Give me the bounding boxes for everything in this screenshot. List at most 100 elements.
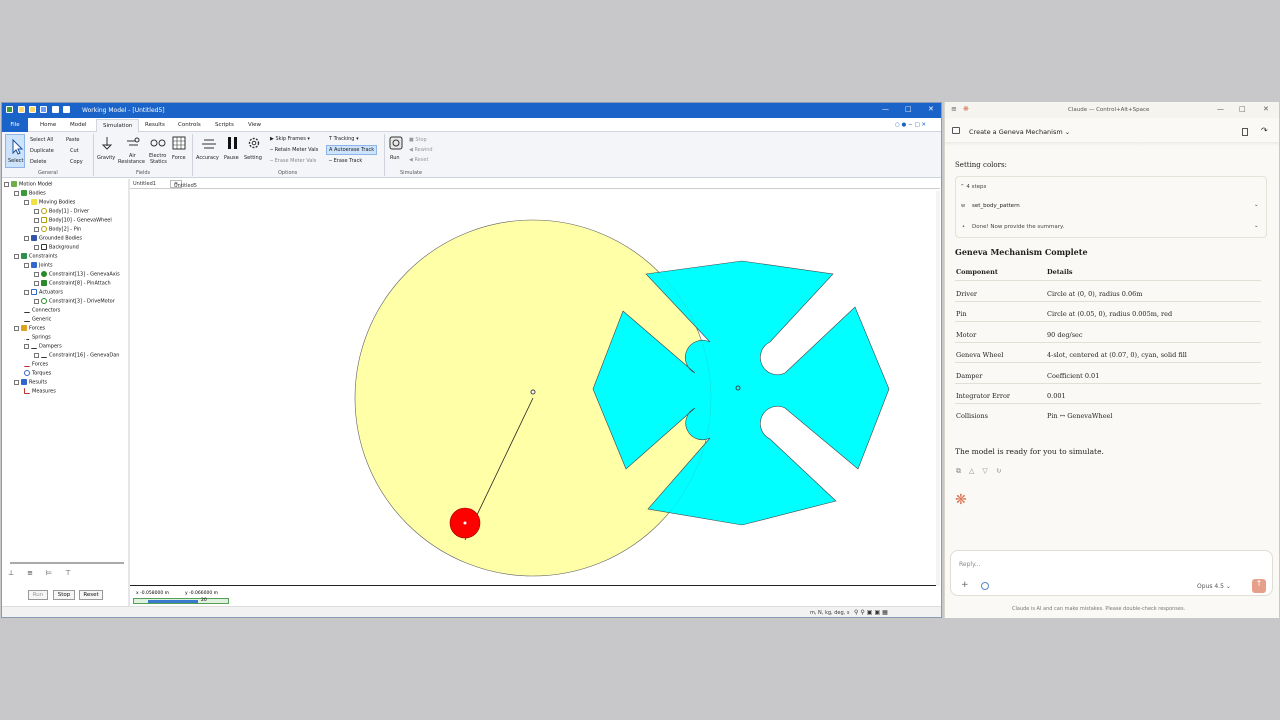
- clock-icon[interactable]: [981, 582, 989, 590]
- tree-node[interactable]: Bodies: [14, 190, 46, 197]
- reply-composer[interactable]: Reply... + Opus 4.5 ⌄ ↑: [950, 550, 1273, 596]
- expander-icon[interactable]: [24, 262, 29, 268]
- maximize-icon[interactable]: □: [905, 105, 912, 113]
- ribbon-pin-icon[interactable]: ○ ● − □ ✕: [895, 122, 926, 128]
- pause-button[interactable]: Pause: [224, 155, 239, 161]
- expander-icon[interactable]: [14, 379, 19, 385]
- playback-slider[interactable]: 20: [133, 598, 229, 604]
- force-grid-icon[interactable]: [172, 136, 186, 150]
- steps-toggle[interactable]: ⌃ 4 steps: [960, 184, 986, 190]
- erase-track-button[interactable]: ─ Erase Track: [329, 158, 362, 164]
- redo-icon[interactable]: [63, 106, 70, 113]
- new-file-icon[interactable]: [18, 106, 25, 113]
- tab-results[interactable]: Results: [145, 122, 165, 128]
- paste-button[interactable]: Paste: [66, 137, 80, 143]
- close-icon[interactable]: ✕: [928, 105, 934, 113]
- tree-node[interactable]: Constraint[8] - PinAttach: [34, 280, 111, 287]
- control-reset-button[interactable]: Reset: [79, 590, 103, 600]
- tree-node[interactable]: Springs: [24, 334, 51, 341]
- select-button[interactable]: Select: [5, 134, 25, 168]
- add-icon[interactable]: +: [961, 580, 969, 590]
- close-icon[interactable]: ✕: [1263, 105, 1269, 113]
- menu-icon[interactable]: ≡: [951, 105, 957, 113]
- expander-icon[interactable]: [34, 226, 39, 232]
- tree-node[interactable]: Constraint[16] - GenevaDan: [34, 352, 119, 359]
- control-stop-button[interactable]: Stop: [53, 590, 75, 600]
- tree-toolbar-icons[interactable]: ⊥≡⊨⊤: [8, 569, 84, 577]
- tree-node[interactable]: Constraints: [14, 253, 58, 260]
- tree-node[interactable]: Connectors: [24, 307, 60, 314]
- message-actions[interactable]: ⧉△▽↻: [956, 467, 1010, 476]
- retain-meter-button[interactable]: ─ Retain Meter Vals: [270, 147, 318, 153]
- tree-node[interactable]: Body[1] - Driver: [34, 208, 89, 215]
- doc-tab-untitled1[interactable]: Untitled1: [133, 181, 156, 187]
- expander-icon[interactable]: [34, 352, 39, 358]
- expander-icon[interactable]: [4, 181, 9, 187]
- air-resistance-icon[interactable]: [126, 136, 140, 150]
- expander-icon[interactable]: [34, 244, 39, 250]
- gravity-button[interactable]: Gravity: [97, 155, 115, 161]
- expander-icon[interactable]: [34, 271, 39, 277]
- tree-scrollbar[interactable]: [10, 562, 124, 564]
- tree-node[interactable]: Forces: [14, 325, 45, 332]
- maximize-icon[interactable]: □: [1239, 105, 1246, 113]
- tab-scripts[interactable]: Scripts: [215, 122, 234, 128]
- tab-view[interactable]: View: [248, 122, 261, 128]
- control-run-button[interactable]: Run: [28, 590, 48, 600]
- electrostatics-icon[interactable]: [150, 136, 166, 150]
- tab-file[interactable]: File: [2, 118, 28, 132]
- model-selector[interactable]: Opus 4.5 ⌄: [1197, 583, 1231, 590]
- run-icon[interactable]: [388, 135, 404, 151]
- sidebar-toggle-icon[interactable]: [952, 127, 960, 134]
- open-file-icon[interactable]: [29, 106, 36, 113]
- stop-button[interactable]: ■ Stop: [409, 137, 427, 143]
- expander-icon[interactable]: [14, 325, 19, 331]
- expander-icon[interactable]: [14, 253, 19, 259]
- tab-simulation[interactable]: Simulation: [96, 119, 140, 133]
- gear-icon[interactable]: [247, 136, 261, 150]
- minimize-icon[interactable]: —: [1217, 105, 1224, 113]
- rewind-button[interactable]: ◀ Rewind: [409, 147, 433, 153]
- tab-controls[interactable]: Controls: [178, 122, 201, 128]
- minimize-icon[interactable]: —: [882, 105, 889, 113]
- tree-node[interactable]: Dampers: [24, 343, 62, 350]
- pause-icon[interactable]: [227, 136, 239, 150]
- tree-node[interactable]: Background: [34, 244, 79, 251]
- skip-frames-dropdown[interactable]: ▶ Skip Frames ▾: [270, 136, 310, 142]
- tree-node[interactable]: Torques: [24, 370, 51, 377]
- run-button[interactable]: Run: [390, 155, 400, 161]
- tree-node[interactable]: Body[2] - Pin: [34, 226, 81, 233]
- expander-icon[interactable]: [34, 217, 39, 223]
- expander-icon[interactable]: [24, 199, 29, 205]
- expander-icon[interactable]: [24, 343, 29, 349]
- gravity-icon[interactable]: [100, 136, 114, 150]
- erase-meter-button[interactable]: ─ Erase Meter Vals: [270, 158, 316, 164]
- tree-node[interactable]: Joints: [24, 262, 53, 269]
- reset-button[interactable]: ◀ Reset: [409, 157, 428, 163]
- tab-model[interactable]: Model: [70, 122, 87, 128]
- document-icon[interactable]: [1242, 128, 1248, 136]
- tree-node[interactable]: Constraint[13] - GenevaAxis: [34, 271, 120, 278]
- tree-node[interactable]: Actuators: [24, 289, 63, 296]
- canvas-vscroll[interactable]: [936, 191, 940, 586]
- tracking-dropdown[interactable]: T Tracking ▾: [329, 136, 359, 142]
- tree-node[interactable]: Grounded Bodies: [24, 235, 82, 242]
- autoerase-track-toggle[interactable]: A Autoerase Track: [326, 145, 378, 155]
- undo-icon[interactable]: [52, 106, 59, 113]
- done-step[interactable]: Done! Now provide the summary.: [972, 224, 1064, 230]
- tree-node[interactable]: Results: [14, 379, 47, 386]
- expander-icon[interactable]: [34, 280, 39, 286]
- cut-button[interactable]: Cut: [70, 148, 79, 154]
- reply-input[interactable]: Reply...: [959, 561, 980, 568]
- chevron-down-icon[interactable]: ⌄: [1254, 223, 1259, 229]
- zoom-icons[interactable]: ⚲⚲▣▣▦: [854, 609, 890, 616]
- accuracy-button[interactable]: Accuracy: [196, 155, 219, 161]
- copy-button[interactable]: Copy: [70, 159, 83, 165]
- expander-icon[interactable]: [24, 235, 29, 241]
- select-all-button[interactable]: Select All: [30, 137, 53, 143]
- share-icon[interactable]: ↷: [1261, 126, 1268, 135]
- setting-button[interactable]: Setting: [244, 155, 262, 161]
- tab-home[interactable]: Home: [40, 122, 56, 128]
- tool-step[interactable]: set_body_pattern: [972, 203, 1020, 209]
- expander-icon[interactable]: [14, 190, 19, 196]
